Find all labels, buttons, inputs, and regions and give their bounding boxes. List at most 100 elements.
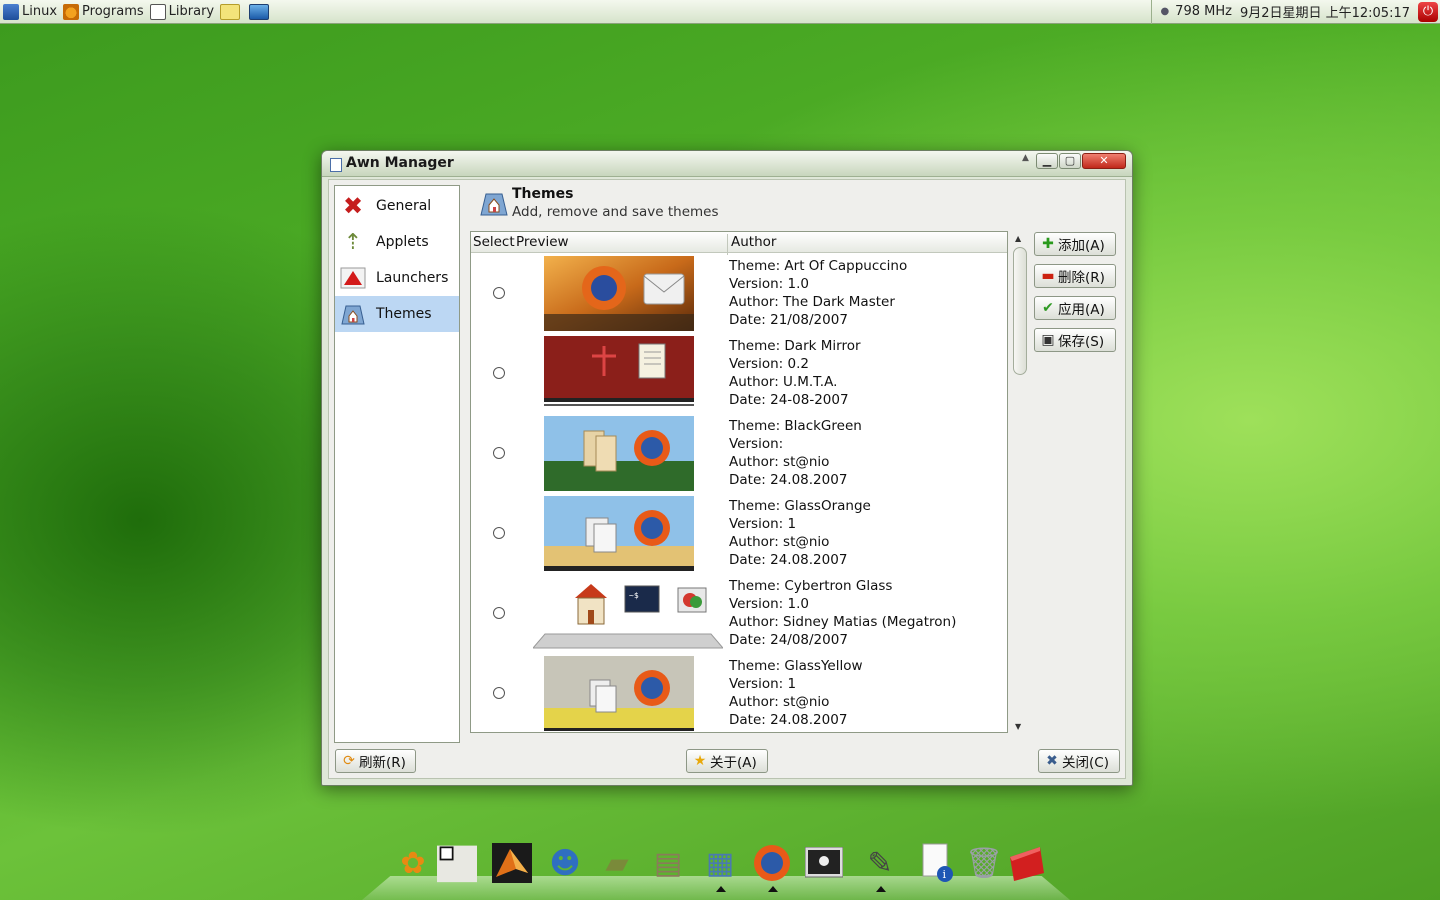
firefox-icon[interactable] — [752, 842, 792, 884]
sidebar-item-label: General — [376, 198, 432, 214]
theme-preview-image — [544, 256, 694, 331]
menu-library-label: Library — [168, 4, 215, 19]
theme-list: Select Preview Author Theme: Art Of Capp… — [470, 231, 1008, 733]
table-row[interactable]: ~$ Theme: Cybertron Glass Version: 1.0 A… — [471, 573, 1007, 653]
running-indicator — [876, 886, 886, 892]
category-sidebar: ✖ General ⇡ Applets Launchers Themes — [334, 185, 460, 743]
theme-date: Date: 24.08.2007 — [729, 712, 848, 728]
about-label: 关于(A) — [710, 755, 757, 771]
book-icon[interactable]: ▰ — [597, 842, 637, 884]
notes-launcher[interactable] — [217, 0, 246, 24]
menu-programs[interactable]: Programs — [60, 0, 147, 24]
save-theme-button[interactable]: ▣ 保存(S) — [1034, 328, 1116, 352]
theme-author: Author: U.M.T.A. — [729, 374, 838, 390]
page-subtitle: Add, remove and save themes — [512, 204, 719, 220]
refresh-button[interactable]: ⟳ 刷新(R) — [335, 749, 416, 773]
theme-info: Theme: GlassOrange Version: 1 Author: st… — [729, 497, 871, 569]
theme-name: Theme: GlassYellow — [729, 658, 863, 674]
sidebar-item-label: Applets — [376, 234, 429, 250]
add-theme-button[interactable]: ✚ 添加(A) — [1034, 232, 1116, 256]
running-indicator — [768, 886, 778, 892]
scroll-up-arrow-icon[interactable]: ▲ — [1015, 234, 1021, 243]
launcher-icon — [338, 264, 368, 292]
themes-header-icon — [479, 189, 509, 217]
theme-preview-image — [544, 416, 694, 491]
terminal-icon[interactable] — [804, 842, 844, 884]
file-manager-icon[interactable]: ▦ — [700, 842, 740, 884]
programs-icon — [63, 3, 80, 20]
theme-preview-image — [544, 656, 694, 731]
remove-theme-button[interactable]: ▬ 删除(R) — [1034, 264, 1116, 288]
table-row[interactable]: Theme: Art Of Cappuccino Version: 1.0 Au… — [471, 253, 1007, 333]
pen-icon[interactable]: ✎ — [860, 842, 900, 884]
clock[interactable]: 9月2日星期日 上午12:05:17 — [1240, 2, 1410, 21]
refresh-icon: ⟳ — [343, 753, 355, 769]
shade-arrow-icon[interactable]: ▲ — [1022, 153, 1029, 163]
theme-list-scrollbar[interactable]: ▲ ▼ — [1012, 231, 1028, 733]
window-title: Awn Manager — [346, 155, 454, 171]
maximize-button[interactable]: ▢ — [1059, 153, 1081, 169]
theme-radio[interactable] — [493, 607, 505, 619]
theme-date: Date: 21/08/2007 — [729, 312, 848, 328]
table-row[interactable]: Theme: GlassYellow Version: 1 Author: st… — [471, 653, 1007, 732]
sidebar-item-general[interactable]: ✖ General — [335, 188, 459, 224]
menu-library[interactable]: Library — [147, 0, 217, 24]
theme-author: Author: st@nio — [729, 454, 830, 470]
column-header-select[interactable]: Select — [473, 234, 515, 250]
library-icon — [149, 3, 166, 20]
theme-info: Theme: GlassYellow Version: 1 Author: st… — [729, 657, 863, 729]
theme-radio[interactable] — [493, 367, 505, 379]
show-desktop-button[interactable] — [246, 0, 275, 24]
scroll-down-arrow-icon[interactable]: ▼ — [1015, 722, 1021, 731]
menu-linux-label: Linux — [22, 4, 58, 19]
scroll-thumb[interactable] — [1013, 247, 1027, 375]
table-row[interactable]: Theme: GlassOrange Version: 1 Author: st… — [471, 493, 1007, 573]
sidebar-item-themes[interactable]: Themes — [335, 296, 459, 332]
sidebar-item-applets[interactable]: ⇡ Applets — [335, 224, 459, 260]
users-icon[interactable]: ☻ — [545, 842, 585, 884]
matlab-icon[interactable] — [492, 842, 532, 884]
checkmark-icon: ✔ — [1042, 300, 1054, 316]
sticky-note-icon — [220, 3, 241, 20]
theme-radio[interactable] — [493, 447, 505, 459]
column-header-author[interactable]: Author — [727, 234, 776, 255]
power-icon[interactable]: ⏻ — [1418, 1, 1438, 22]
minimize-button[interactable]: ▁ — [1036, 153, 1058, 169]
theme-radio[interactable] — [493, 287, 505, 299]
theme-version: Version: 1.0 — [729, 596, 809, 612]
svg-text:~$: ~$ — [629, 591, 639, 600]
sidebar-item-launchers[interactable]: Launchers — [335, 260, 459, 296]
gnome-foot-icon[interactable]: ✿ — [393, 842, 433, 884]
theme-name: Theme: BlackGreen — [729, 418, 862, 434]
clipboard-icon[interactable]: ▤ — [648, 842, 688, 884]
theme-name: Theme: GlassOrange — [729, 498, 871, 514]
theme-radio[interactable] — [493, 687, 505, 699]
theme-date: Date: 24.08.2007 — [729, 552, 848, 568]
tools-icon: ✖ — [342, 192, 364, 220]
red-folder-icon[interactable] — [1006, 842, 1046, 884]
apply-theme-button[interactable]: ✔ 应用(A) — [1034, 296, 1116, 320]
apply-theme-label: 应用(A) — [1058, 302, 1105, 318]
close-button[interactable]: ✖ 关闭(C) — [1038, 749, 1120, 773]
system-tray: ● 798 MHz 9月2日星期日 上午12:05:17 ⏻ — [1151, 0, 1440, 24]
cpu-frequency[interactable]: 798 MHz — [1175, 4, 1232, 19]
add-theme-label: 添加(A) — [1058, 238, 1105, 254]
linux-icon — [3, 3, 19, 20]
menu-programs-label: Programs — [82, 4, 144, 19]
close-window-button[interactable]: ✕ — [1082, 153, 1126, 169]
window-icon[interactable] — [437, 842, 477, 884]
theme-radio[interactable] — [493, 527, 505, 539]
titlebar[interactable]: Awn Manager ▲ ▁ ▢ ✕ — [322, 151, 1132, 177]
minus-icon: ▬ — [1041, 268, 1055, 284]
column-header-preview[interactable]: Preview — [516, 234, 569, 250]
table-row[interactable]: Theme: BlackGreen Version: Author: st@ni… — [471, 413, 1007, 493]
menu-linux[interactable]: Linux — [0, 0, 60, 24]
window-client: ✖ General ⇡ Applets Launchers Themes The… — [328, 179, 1126, 779]
trash-icon[interactable]: 🗑 — [964, 842, 1004, 884]
plus-icon: ✚ — [1042, 236, 1054, 252]
info-document-icon[interactable]: i — [918, 842, 958, 884]
theme-version: Version: — [729, 436, 784, 452]
about-button[interactable]: ★ 关于(A) — [686, 749, 768, 773]
applets-icon: ⇡ — [343, 229, 363, 255]
table-row[interactable]: Theme: Dark Mirror Version: 0.2 Author: … — [471, 333, 1007, 413]
